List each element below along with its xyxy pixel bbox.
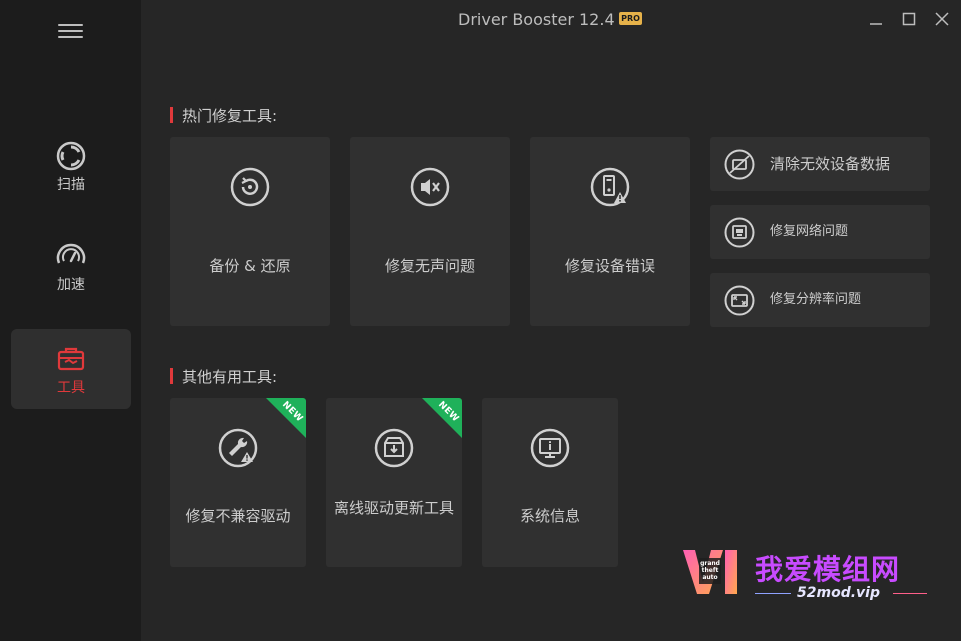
svg-text:theft: theft <box>702 567 719 574</box>
fix-incompatible-driver-card[interactable]: NEW 修复不兼容驱动 <box>170 398 306 567</box>
sidebar-item-scan[interactable]: 扫描 <box>11 126 131 206</box>
clean-device-data-icon <box>724 149 755 180</box>
gta-vi-logo: grand theft auto <box>683 550 737 594</box>
watermark-brand: 我爱模组网 <box>755 553 901 586</box>
card-label: 修复设备错误 <box>564 257 655 275</box>
card-label: 修复分辨率问题 <box>770 292 862 307</box>
backup-restore-icon <box>230 167 270 207</box>
other-tools-title: 其他有用工具: <box>170 366 277 387</box>
wrench-warning-icon <box>218 428 258 468</box>
fix-no-sound-card[interactable]: 修复无声问题 <box>350 137 510 326</box>
new-badge: NEW <box>422 398 462 438</box>
card-label: 系统信息 <box>519 507 580 525</box>
resolution-icon <box>724 285 755 316</box>
close-button[interactable] <box>928 6 956 30</box>
system-info-card[interactable]: 系统信息 <box>482 398 618 567</box>
hot-tools-title: 热门修复工具: <box>170 105 277 126</box>
no-sound-icon <box>410 167 450 207</box>
minimize-button[interactable] <box>862 6 890 30</box>
speedometer-icon <box>56 243 86 264</box>
fix-network-card[interactable]: 修复网络问题 <box>710 205 930 259</box>
clean-device-data-card[interactable]: 清除无效设备数据 <box>710 137 930 191</box>
minimize-icon <box>870 23 882 25</box>
maximize-icon <box>902 12 916 26</box>
pro-badge: PRO <box>619 12 642 25</box>
card-label: 清除无效设备数据 <box>770 155 891 173</box>
backup-restore-card[interactable]: 备份 & 还原 <box>170 137 330 326</box>
card-label: 修复网络问题 <box>770 224 849 239</box>
maximize-button[interactable] <box>895 6 923 30</box>
watermark: grand theft auto 我爱模组网 52mod.vip <box>681 544 931 606</box>
sidebar-item-tools[interactable]: 工具 <box>11 329 131 409</box>
watermark-line <box>893 593 927 594</box>
system-info-icon <box>530 428 570 468</box>
fix-device-error-card[interactable]: 修复设备错误 <box>530 137 690 326</box>
card-label: 修复无声问题 <box>384 257 475 275</box>
new-badge: NEW <box>266 398 306 438</box>
svg-text:auto: auto <box>702 574 717 581</box>
sidebar-item-label: 工具 <box>57 380 85 396</box>
sidebar-item-label: 加速 <box>57 277 85 293</box>
scan-icon <box>56 141 86 171</box>
sidebar-item-label: 扫描 <box>57 177 85 193</box>
fix-resolution-card[interactable]: 修复分辨率问题 <box>710 273 930 327</box>
svg-text:grand: grand <box>700 560 720 567</box>
sidebar-item-speedup[interactable]: 加速 <box>11 226 131 306</box>
offline-update-icon <box>374 428 414 468</box>
hamburger-menu-icon[interactable] <box>58 24 84 40</box>
card-label: 修复不兼容驱动 <box>185 507 291 525</box>
close-icon <box>935 12 949 26</box>
offline-driver-update-card[interactable]: NEW 离线驱动更新工具 <box>326 398 462 567</box>
app-title: Driver Booster 12.4 <box>458 10 615 29</box>
card-label: 离线驱动更新工具 <box>334 499 455 517</box>
device-error-icon <box>590 167 630 207</box>
card-label: 备份 & 还原 <box>209 257 291 275</box>
toolbox-icon <box>57 347 85 371</box>
watermark-line <box>755 593 791 594</box>
watermark-url: 52mod.vip <box>797 585 880 601</box>
sidebar: 扫描 加速 工具 <box>0 0 141 641</box>
network-port-icon <box>724 217 755 248</box>
